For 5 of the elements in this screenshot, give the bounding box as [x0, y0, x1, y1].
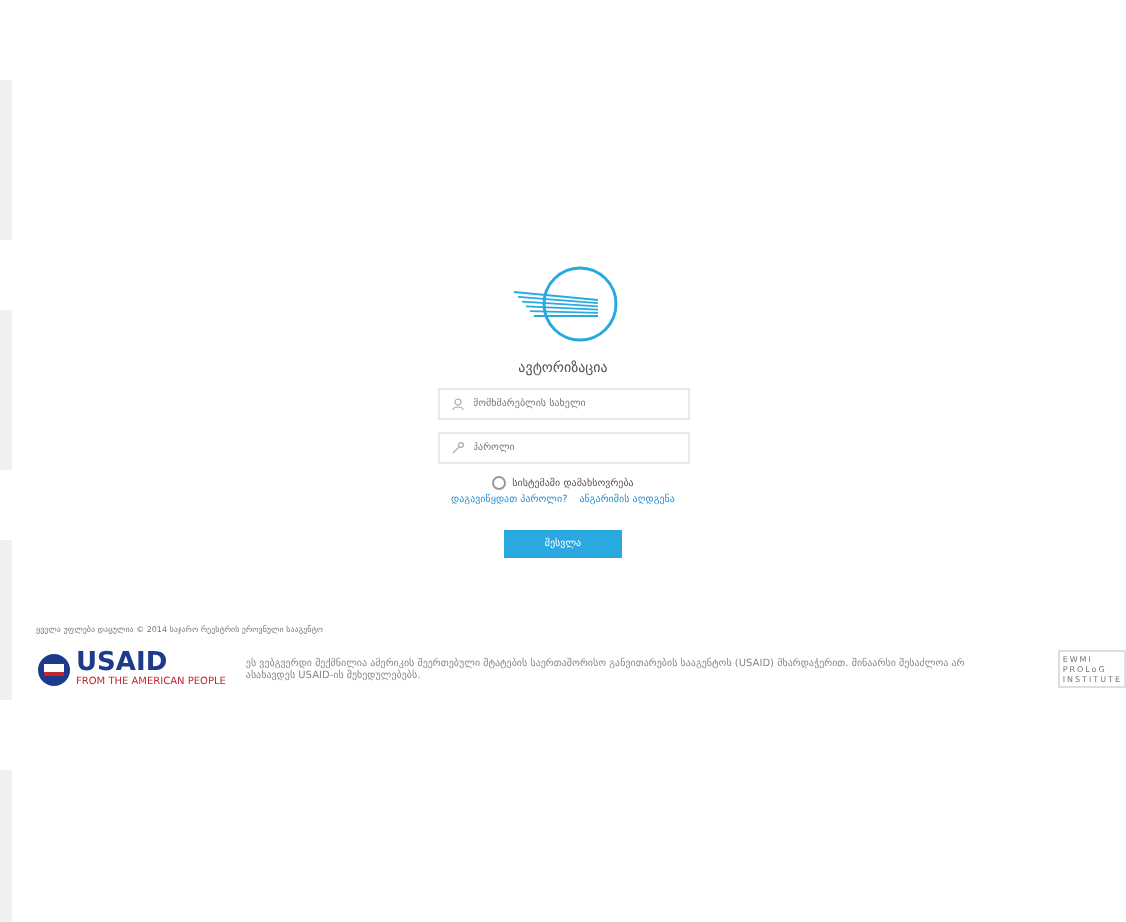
key-icon — [451, 442, 463, 454]
user-icon — [451, 398, 463, 410]
seal-icon — [36, 651, 72, 687]
sponsor-name: USAID — [76, 650, 168, 676]
remember-checkbox[interactable] — [492, 476, 507, 490]
